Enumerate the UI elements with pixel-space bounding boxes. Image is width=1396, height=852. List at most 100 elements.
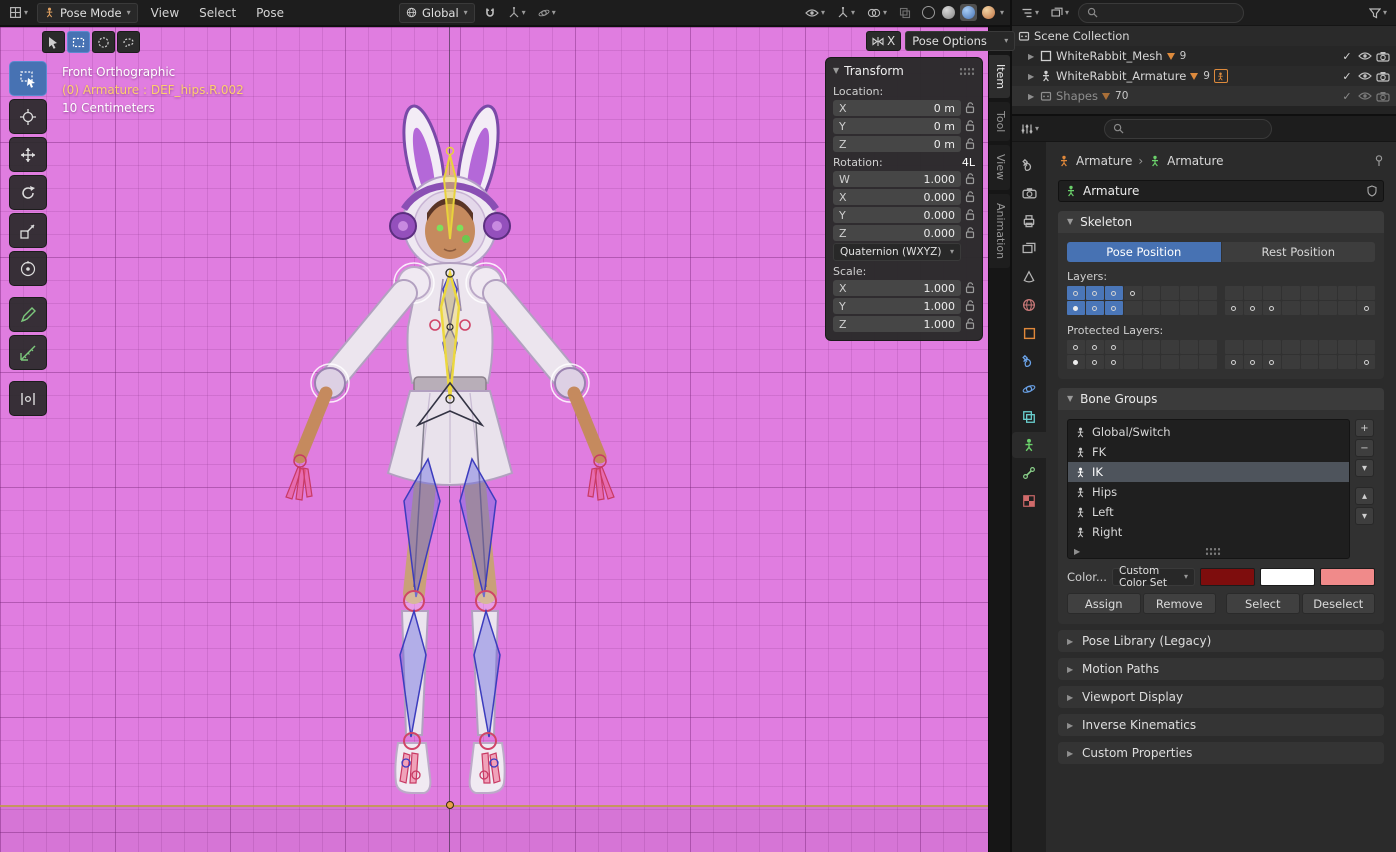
tab-animation[interactable]: Animation (989, 194, 1010, 268)
tab-render[interactable] (1012, 180, 1046, 206)
lock-icon[interactable] (965, 227, 975, 239)
rotation-y-field[interactable]: Y0.000 (833, 207, 961, 223)
deselect-button[interactable]: Deselect (1302, 593, 1376, 614)
color-swatch-normal[interactable] (1200, 568, 1255, 586)
layer-cell[interactable] (1199, 355, 1217, 369)
layer-cell[interactable] (1143, 355, 1161, 369)
layer-cell[interactable] (1067, 286, 1085, 300)
bone-group-item[interactable]: Global/Switch (1068, 422, 1349, 442)
properties-search-input[interactable] (1104, 119, 1272, 139)
shading-solid-button[interactable] (940, 4, 957, 21)
breadcrumb-data[interactable]: Armature (1167, 154, 1223, 168)
tab-physics[interactable] (1012, 376, 1046, 402)
layer-cell[interactable] (1263, 286, 1281, 300)
layer-cell[interactable] (1180, 301, 1198, 315)
color-set-dropdown[interactable]: Custom Color Set ▾ (1112, 568, 1195, 586)
hide-eye-icon[interactable] (1358, 71, 1372, 81)
lock-icon[interactable] (965, 209, 975, 221)
mode-dropdown[interactable]: Pose Mode ▾ (37, 3, 138, 23)
remove-button[interactable]: Remove (1143, 593, 1217, 614)
tool-rotate[interactable] (9, 175, 47, 210)
rest-position-button[interactable]: Rest Position (1222, 242, 1376, 262)
lock-icon[interactable] (965, 138, 975, 150)
outliner-search-input[interactable] (1078, 3, 1244, 23)
breadcrumb-object[interactable]: Armature (1076, 154, 1132, 168)
tab-object[interactable] (1012, 320, 1046, 346)
object-visibility-dropdown[interactable]: ▾ (802, 7, 828, 19)
layer-cell[interactable] (1124, 340, 1142, 354)
layer-cell[interactable] (1225, 340, 1243, 354)
transform-panel-header[interactable]: ▼ Transform (833, 61, 975, 81)
layer-cell[interactable] (1143, 340, 1161, 354)
outliner-row-shapes[interactable]: ▶ Shapes 70 ✓ (1012, 86, 1396, 106)
bone-group-item[interactable]: Right (1068, 522, 1349, 542)
location-z-field[interactable]: Z0 m (833, 136, 961, 152)
layer-cell[interactable] (1143, 286, 1161, 300)
tab-item[interactable]: Item (989, 55, 1010, 98)
layer-cell[interactable] (1338, 301, 1356, 315)
tab-output[interactable] (1012, 208, 1046, 234)
location-x-field[interactable]: X0 m (833, 100, 961, 116)
tab-world[interactable] (1012, 292, 1046, 318)
expand-icon[interactable]: ▶ (1028, 92, 1036, 101)
tool-select-box[interactable] (9, 61, 47, 96)
add-bone-group-button[interactable]: + (1355, 419, 1374, 437)
xray-toggle[interactable] (896, 6, 914, 20)
overlays-dropdown[interactable]: ▾ (864, 7, 890, 19)
select-circle-button[interactable] (92, 31, 115, 53)
bone-groups-panel-header[interactable]: ▼ Bone Groups (1058, 388, 1384, 410)
expand-icon[interactable]: ▶ (1028, 72, 1036, 81)
tab-modifiers[interactable] (1012, 348, 1046, 374)
render-camera-icon[interactable] (1376, 71, 1390, 82)
lock-icon[interactable] (965, 282, 975, 294)
layer-cell[interactable] (1301, 340, 1319, 354)
layer-cell[interactable] (1301, 286, 1319, 300)
bone-group-item-selected[interactable]: IK (1068, 462, 1349, 482)
layer-cell[interactable] (1105, 355, 1123, 369)
expand-icon[interactable]: ▶ (1028, 52, 1036, 61)
viewport-3d[interactable]: Front Orthographic (0) Armature : DEF_hi… (0, 27, 988, 852)
layer-cell[interactable] (1180, 355, 1198, 369)
layer-cell[interactable] (1319, 355, 1337, 369)
layer-cell[interactable] (1086, 340, 1104, 354)
color-swatch-active[interactable] (1320, 568, 1375, 586)
layer-cell[interactable] (1244, 301, 1262, 315)
select-lasso-button[interactable] (117, 31, 140, 53)
assign-button[interactable]: Assign (1067, 593, 1141, 614)
layer-cell[interactable] (1124, 355, 1142, 369)
layer-cell[interactable] (1357, 286, 1375, 300)
layer-cell[interactable] (1161, 301, 1179, 315)
layer-cell[interactable] (1357, 355, 1375, 369)
bone-group-item[interactable]: Left (1068, 502, 1349, 522)
menu-view[interactable]: View (144, 4, 186, 22)
transform-orientation-dropdown[interactable]: Global ▾ (399, 3, 475, 23)
exclude-checkbox[interactable]: ✓ (1340, 70, 1354, 83)
tool-cursor[interactable] (9, 99, 47, 134)
snap-toggle[interactable] (481, 6, 499, 20)
layer-cell[interactable] (1319, 286, 1337, 300)
snap-settings-dropdown[interactable]: ▾ (505, 6, 529, 20)
gizmos-dropdown[interactable]: ▾ (834, 6, 858, 20)
layer-cell[interactable] (1338, 355, 1356, 369)
rotation-mode-dropdown[interactable]: Quaternion (WXYZ) ▾ (833, 243, 961, 261)
layer-cell[interactable] (1161, 355, 1179, 369)
tool-annotate[interactable] (9, 297, 47, 332)
layer-cell[interactable] (1105, 301, 1123, 315)
bone-group-item[interactable]: Hips (1068, 482, 1349, 502)
select-box-button[interactable] (67, 31, 90, 53)
hide-eye-icon[interactable] (1358, 51, 1372, 61)
layer-cell[interactable] (1282, 355, 1300, 369)
outliner-filter-button[interactable]: ▾ (1366, 6, 1390, 20)
layer-cell[interactable] (1124, 286, 1142, 300)
bone-group-item[interactable]: FK (1068, 442, 1349, 462)
layer-cell[interactable] (1263, 355, 1281, 369)
rotation-z-field[interactable]: Z0.000 (833, 225, 961, 241)
menu-pose[interactable]: Pose (249, 4, 291, 22)
display-mode-button[interactable]: ▾ (1048, 6, 1072, 20)
layer-cell[interactable] (1105, 340, 1123, 354)
layer-cell[interactable] (1244, 355, 1262, 369)
scale-x-field[interactable]: X1.000 (833, 280, 961, 296)
bone-group-specials-button[interactable]: ▾ (1355, 459, 1374, 477)
fake-user-shield-icon[interactable] (1367, 185, 1377, 197)
lock-icon[interactable] (965, 300, 975, 312)
